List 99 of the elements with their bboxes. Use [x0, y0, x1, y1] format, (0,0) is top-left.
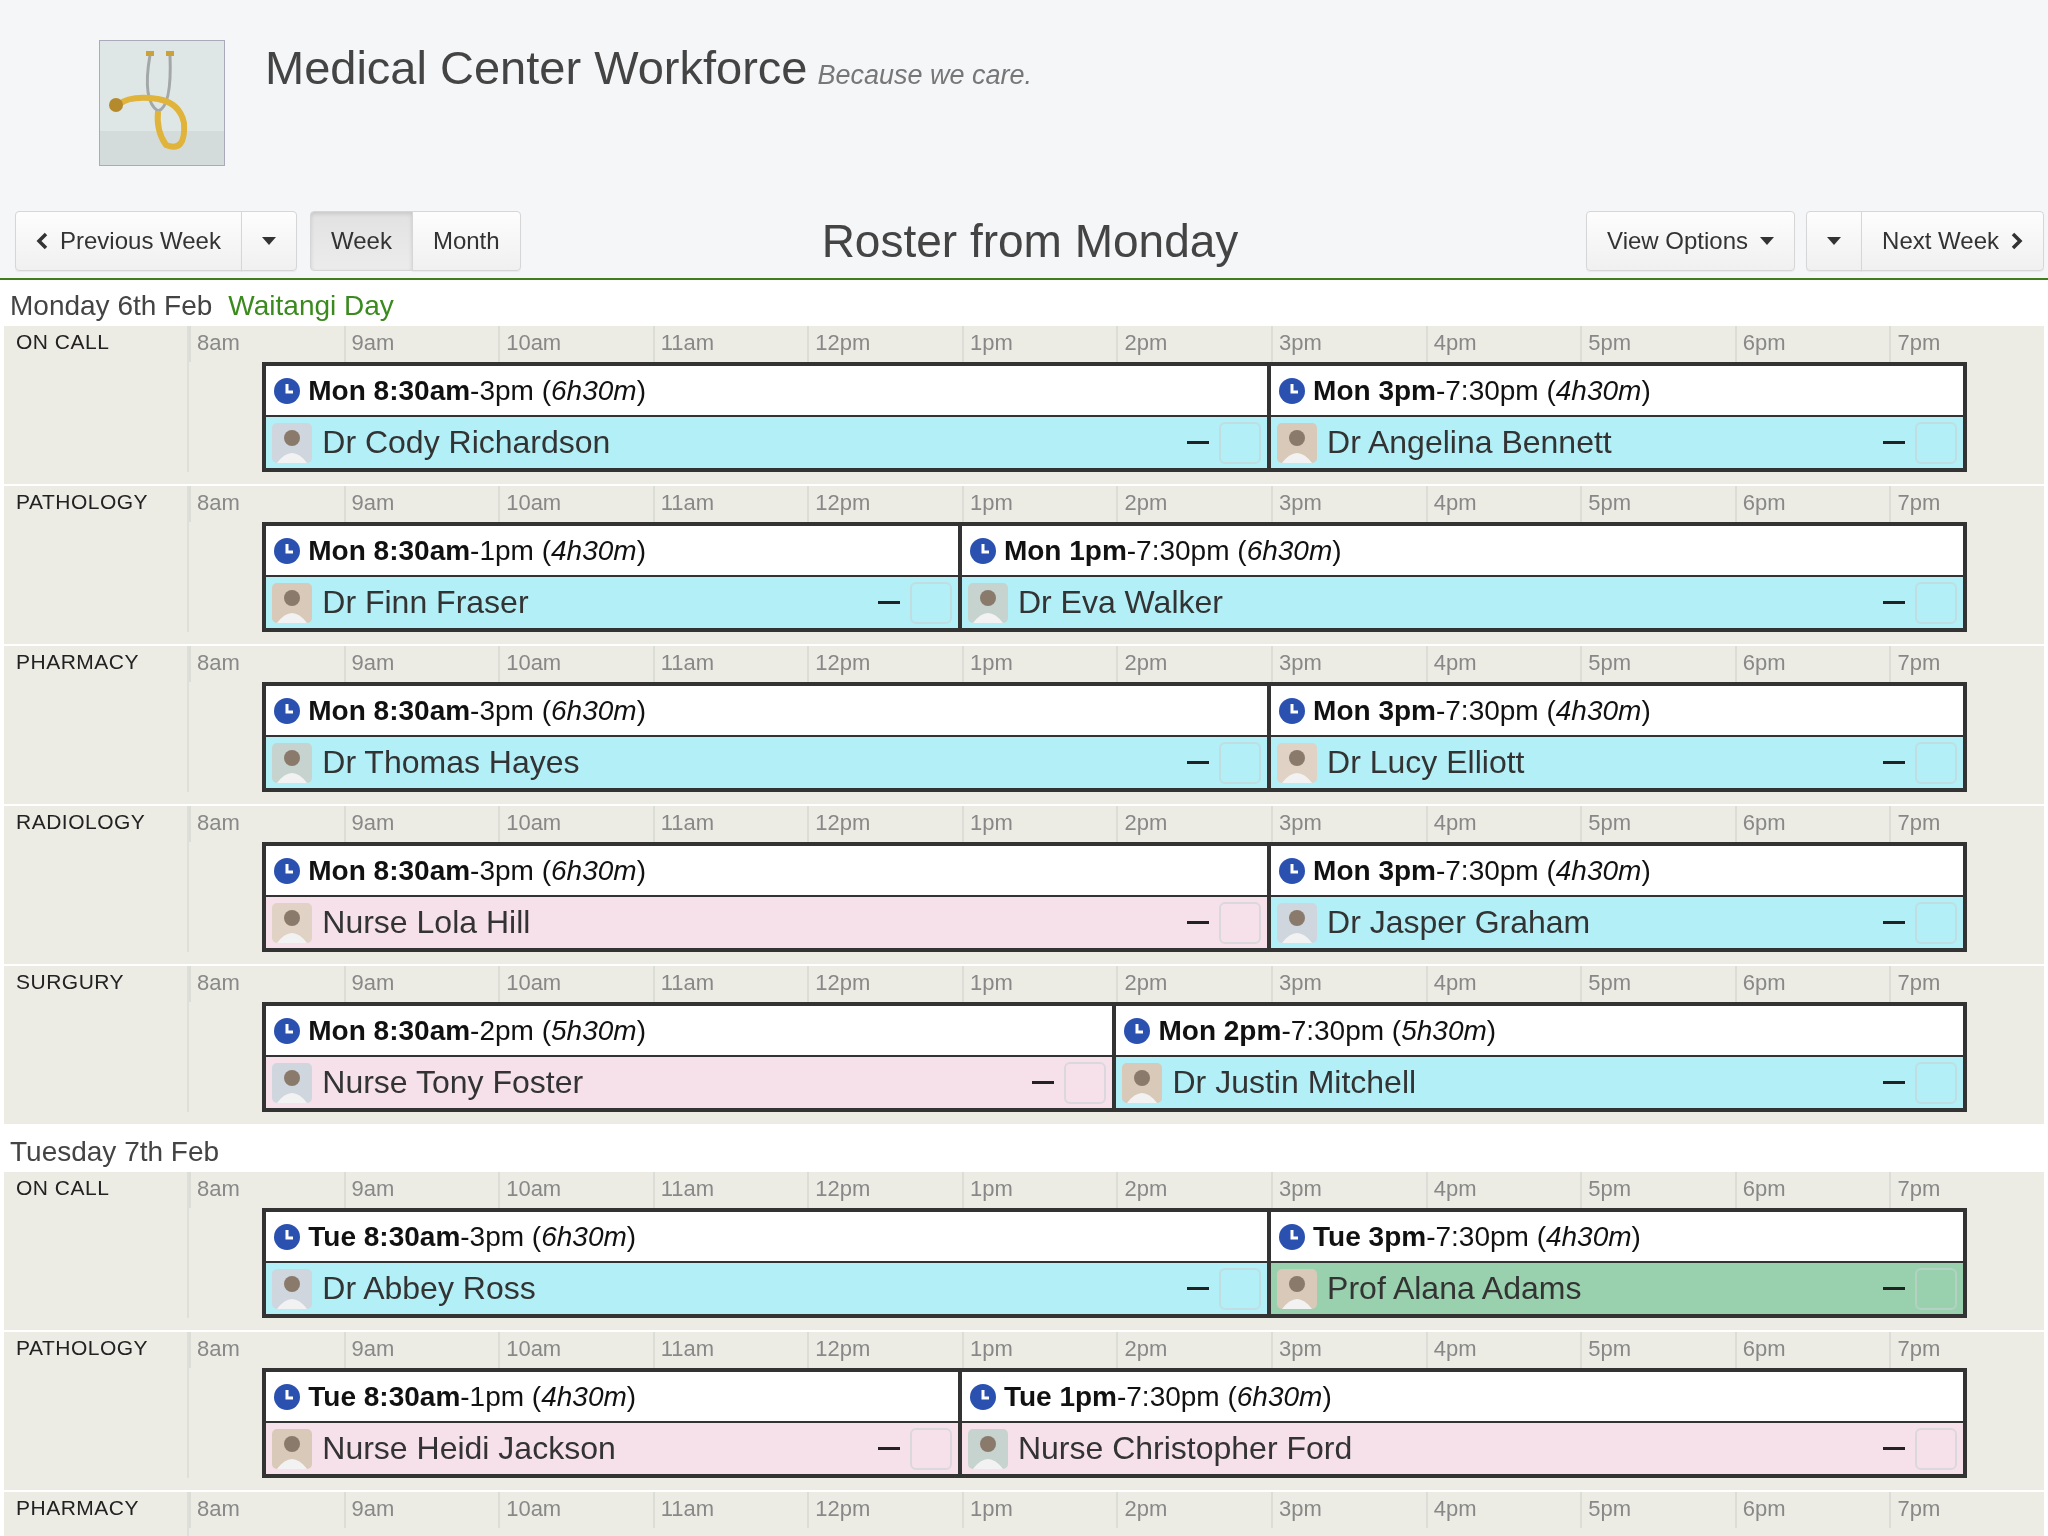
avatar-icon: [1122, 1062, 1163, 1103]
minus-icon[interactable]: [1187, 1286, 1210, 1291]
clock-icon: [1279, 377, 1306, 404]
avatar-icon: [967, 582, 1008, 623]
minus-icon[interactable]: [1187, 440, 1210, 445]
minus-icon[interactable]: [877, 600, 900, 605]
minus-icon[interactable]: [1882, 760, 1905, 765]
avatar-icon: [272, 1062, 313, 1103]
minus-icon[interactable]: [1187, 760, 1210, 765]
clock-icon: [969, 537, 996, 564]
hour-label: 12pm: [807, 1492, 962, 1528]
app-title: Medical Center Workforce: [265, 40, 808, 95]
hour-label: 1pm: [961, 1492, 1117, 1528]
clock-icon: [1279, 857, 1306, 884]
caret-icon: [261, 237, 276, 245]
clock-icon: [274, 697, 301, 724]
checkbox[interactable]: [1914, 1267, 1957, 1310]
avatar-icon: [967, 1428, 1008, 1469]
avatar-icon: [272, 582, 313, 623]
previous-week-button[interactable]: Previous Week: [15, 211, 242, 271]
view-tab[interactable]: Week: [309, 211, 413, 271]
staff-name: Nurse Heidi Jackson: [322, 1430, 617, 1467]
tagline: Because we care.: [817, 60, 1033, 91]
department-label: RADIOLOGY: [4, 806, 189, 952]
day-heading: Monday 6th Feb: [10, 290, 213, 322]
minus-icon[interactable]: [1882, 600, 1905, 605]
avatar-icon: [1277, 422, 1318, 463]
staff-name: Nurse Lola Hill: [322, 904, 532, 941]
staff-name: Dr Justin Mitchell: [1172, 1064, 1418, 1101]
clock-icon: [1124, 1017, 1151, 1044]
hour-label: 8am: [189, 1492, 344, 1528]
staff-name: Dr Thomas Hayes: [322, 744, 581, 781]
hour-label: 7pm: [1889, 1492, 2044, 1528]
hour-label: 5pm: [1580, 1492, 1735, 1528]
roster-title: Roster from Monday: [821, 214, 1239, 268]
department-label: ON CALL: [4, 1172, 189, 1318]
department-label: PHARMACY: [4, 1492, 189, 1536]
checkbox[interactable]: [1219, 901, 1262, 944]
avatar-icon: [272, 1268, 313, 1309]
clock-icon: [274, 857, 301, 884]
checkbox[interactable]: [909, 1427, 952, 1470]
hour-label: 3pm: [1271, 1492, 1426, 1528]
clock-icon: [1279, 697, 1306, 724]
minus-icon[interactable]: [1882, 1080, 1905, 1085]
hour-label: 6pm: [1734, 1492, 1890, 1528]
clock-icon: [969, 1383, 996, 1410]
staff-name: Nurse Tony Foster: [322, 1064, 585, 1101]
avatar-icon: [272, 742, 313, 783]
hour-label: 4pm: [1425, 1492, 1581, 1528]
chevron-right-icon: [2011, 232, 2023, 250]
minus-icon[interactable]: [1882, 1286, 1905, 1291]
avatar-icon: [1277, 902, 1318, 943]
department-label: ON CALL: [4, 326, 189, 472]
staff-name: Dr Cody Richardson: [322, 424, 612, 461]
avatar-icon: [272, 1428, 313, 1469]
department-label: PHARMACY: [4, 646, 189, 792]
minus-icon[interactable]: [1187, 920, 1210, 925]
avatar-icon: [1277, 1268, 1318, 1309]
minus-icon[interactable]: [877, 1446, 900, 1451]
staff-name: Nurse Christopher Ford: [1017, 1430, 1354, 1467]
checkbox[interactable]: [1064, 1061, 1107, 1104]
caret-icon: [1827, 237, 1842, 245]
holiday-label: Waitangi Day: [228, 290, 394, 322]
hour-label: 2pm: [1116, 1492, 1272, 1528]
caret-icon: [1760, 237, 1775, 245]
staff-name: Dr Finn Fraser: [322, 584, 530, 621]
view-tab[interactable]: Month: [411, 211, 521, 271]
next-week-button[interactable]: Next Week: [1861, 211, 2044, 271]
day-heading: Tuesday 7th Feb: [10, 1136, 220, 1168]
staff-name: Dr Angelina Bennett: [1327, 424, 1613, 461]
checkbox[interactable]: [1914, 1427, 1957, 1470]
avatar-icon: [272, 902, 313, 943]
staff-name: Dr Eva Walker: [1017, 584, 1224, 621]
dropdown-button[interactable]: [240, 211, 297, 271]
clock-icon: [274, 377, 301, 404]
staff-name: Dr Jasper Graham: [1327, 904, 1592, 941]
minus-icon[interactable]: [1882, 1446, 1905, 1451]
clock-icon: [1279, 1223, 1306, 1250]
department-label: PATHOLOGY: [4, 486, 189, 632]
clock-icon: [274, 1017, 301, 1044]
chevron-left-icon: [36, 232, 48, 250]
minus-icon[interactable]: [1032, 1080, 1055, 1085]
clock-icon: [274, 1223, 301, 1250]
dropdown-button[interactable]: [1806, 211, 1863, 271]
view-options-button[interactable]: View Options: [1586, 211, 1796, 271]
department-label: PATHOLOGY: [4, 1332, 189, 1478]
hour-label: 9am: [343, 1492, 499, 1528]
clock-icon: [274, 537, 301, 564]
hour-label: 10am: [498, 1492, 653, 1528]
minus-icon[interactable]: [1882, 440, 1905, 445]
minus-icon[interactable]: [1882, 920, 1905, 925]
staff-name: Dr Lucy Elliott: [1327, 744, 1526, 781]
staff-name: Prof Alana Adams: [1327, 1270, 1583, 1307]
staff-name: Dr Abbey Ross: [322, 1270, 537, 1307]
department-label: SURGURY: [4, 966, 189, 1112]
avatar-icon: [1277, 742, 1318, 783]
clock-icon: [274, 1383, 301, 1410]
hour-label: 11am: [652, 1492, 808, 1528]
avatar-icon: [272, 422, 313, 463]
